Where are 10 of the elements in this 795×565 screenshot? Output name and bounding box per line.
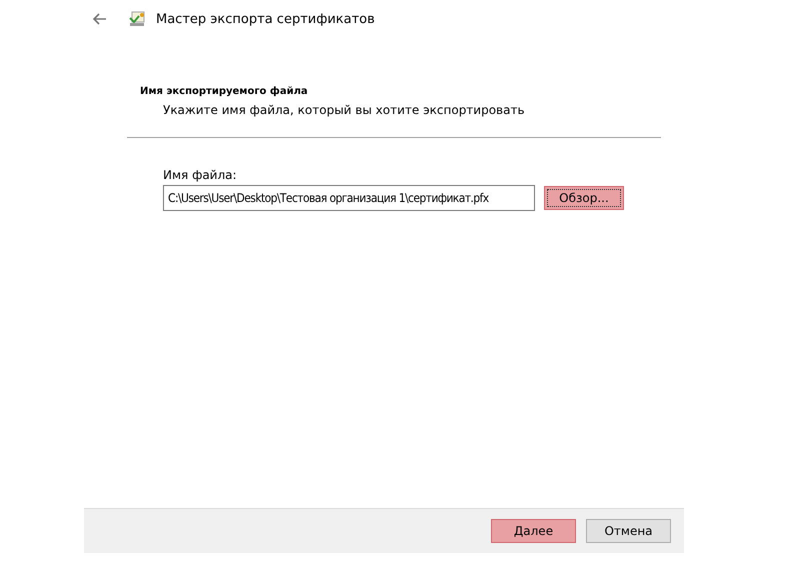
footer-button[interactable]: Отмена [586, 519, 671, 543]
page-subheading: Укажите имя файла, который вы хотите экспортировать [163, 103, 526, 117]
window-title: Мастер экспорта сертификатов [156, 12, 375, 26]
page-heading: Имя экспортируемого файла [140, 86, 309, 97]
file-name-label: Имя файла: [163, 168, 238, 182]
footer-button[interactable]: Далее [491, 519, 576, 543]
file-name-field[interactable]: C:\Users\User\Desktop\Тестовая организация 1\сертификат.pfx [163, 185, 535, 211]
certificate-icon [128, 10, 146, 28]
browse-button[interactable]: Обзор... [544, 186, 624, 210]
back-arrow-icon[interactable] [92, 13, 106, 25]
